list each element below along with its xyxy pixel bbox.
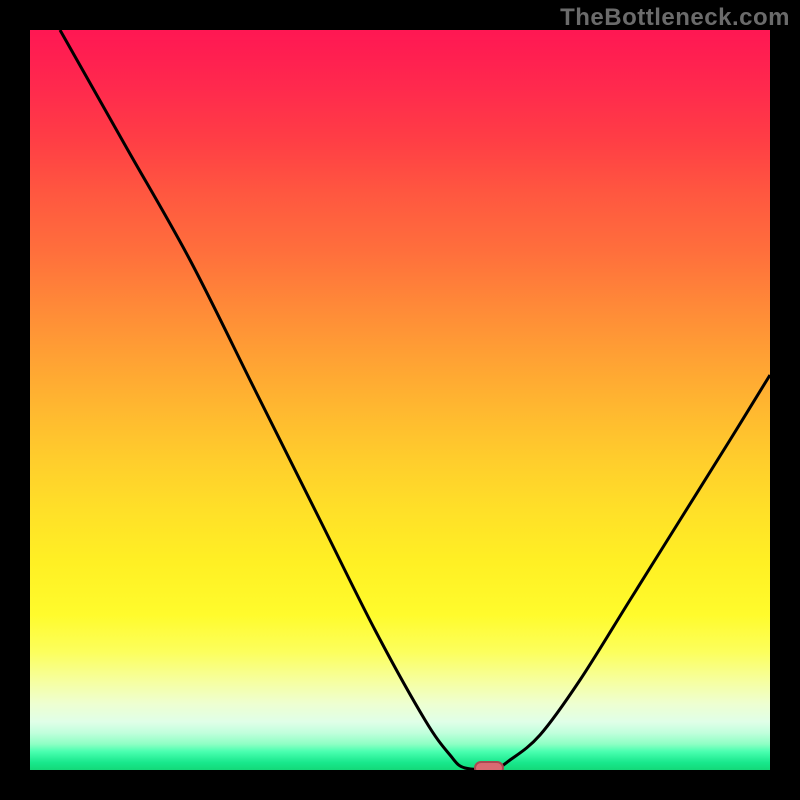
chart-container: TheBottleneck.com (0, 0, 800, 800)
plot-area (30, 30, 770, 770)
minimum-marker (474, 761, 504, 770)
watermark-text: TheBottleneck.com (560, 4, 790, 32)
curve-path (60, 30, 770, 769)
bottleneck-curve (30, 30, 770, 770)
